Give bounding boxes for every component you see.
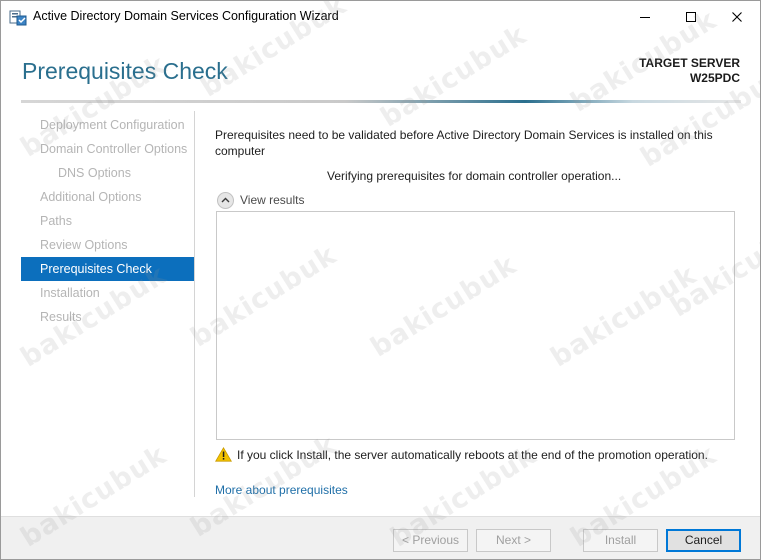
page-title: Prerequisites Check [22, 58, 228, 84]
nav-item-deployment-configuration: Deployment Configuration [40, 118, 185, 132]
window-title: Active Directory Domain Services Configu… [33, 9, 339, 23]
maximize-icon [686, 11, 696, 22]
nav-item-results: Results [40, 310, 82, 324]
verifying-status: Verifying prerequisites for domain contr… [327, 169, 622, 183]
prerequisites-description: Prerequisites need to be validated befor… [215, 128, 713, 158]
previous-button[interactable]: < Previous [393, 529, 468, 552]
next-button[interactable]: Next > [476, 529, 551, 552]
more-about-prerequisites-link[interactable]: More about prerequisites [215, 483, 348, 497]
warning-icon [215, 447, 232, 462]
close-button[interactable] [714, 1, 760, 32]
view-results-label[interactable]: View results [240, 193, 304, 207]
view-results-toggle[interactable]: View results [217, 191, 304, 209]
watermark: bakicubuk [375, 19, 533, 134]
title-bar[interactable]: Active Directory Domain Services Configu… [1, 1, 760, 33]
wizard-footer: < Previous Next > Install Cancel [1, 516, 760, 559]
nav-item-prerequisites-check[interactable]: Prerequisites Check [21, 257, 194, 281]
nav-item-paths: Paths [40, 214, 72, 228]
warning-text: If you click Install, the server automat… [237, 447, 708, 462]
install-warning: If you click Install, the server automat… [215, 447, 708, 462]
minimize-button[interactable] [622, 1, 668, 32]
nav-item-dns-options: DNS Options [58, 166, 131, 180]
chevron-up-icon[interactable] [217, 191, 234, 209]
wizard-window: Active Directory Domain Services Configu… [0, 0, 761, 560]
nav-item-installation: Installation [40, 286, 100, 300]
nav-divider [194, 111, 195, 497]
nav-item-review-options: Review Options [40, 238, 128, 252]
target-server-name: W25PDC [689, 71, 740, 85]
close-icon [732, 11, 742, 22]
cancel-button[interactable]: Cancel [666, 529, 741, 552]
nav-item-domain-controller-options: Domain Controller Options [40, 142, 188, 156]
ad-ds-wizard-icon [9, 8, 27, 26]
maximize-button[interactable] [668, 1, 714, 32]
results-box[interactable] [216, 211, 735, 440]
install-button[interactable]: Install [583, 529, 658, 552]
header-divider [21, 100, 741, 103]
target-server-label: TARGET SERVER [639, 56, 740, 70]
nav-item-additional-options: Additional Options [40, 190, 142, 204]
minimize-icon [640, 16, 650, 18]
wizard-navigation: Deployment Configuration Domain Controll… [21, 113, 194, 329]
